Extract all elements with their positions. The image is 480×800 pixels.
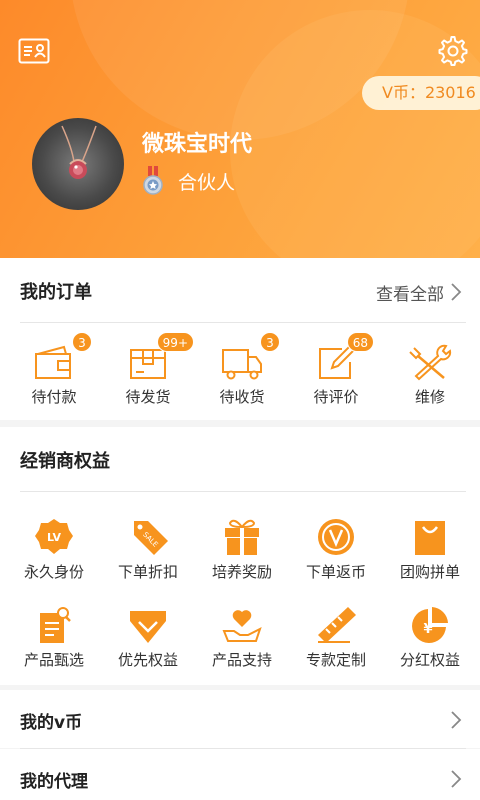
order-label: 待发货 — [125, 388, 171, 406]
chevron-right-icon — [451, 770, 462, 788]
divider — [20, 491, 466, 492]
orders-title: 我的订单 — [20, 282, 92, 303]
divider — [20, 322, 466, 323]
order-pending-shipment[interactable]: 99+ 待发货 — [100, 332, 196, 407]
order-pending-payment[interactable]: 3 待付款 — [6, 332, 102, 407]
order-label: 待付款 — [31, 388, 77, 406]
right-label: 下单折扣 — [117, 563, 178, 581]
order-badge: 99+ — [156, 332, 194, 352]
vcoin-balance-pill[interactable]: V币：23016 — [362, 76, 480, 110]
heart-hand-icon — [222, 610, 262, 642]
right-label: 下单返币 — [305, 563, 366, 581]
medal-icon — [143, 166, 163, 195]
lv-badge-icon: LV — [35, 519, 73, 554]
wallet-icon — [35, 345, 71, 379]
chevron-right-icon — [451, 711, 462, 729]
chevron-right-icon[interactable] — [450, 282, 462, 302]
right-custom-made[interactable]: 专款定制 — [288, 605, 384, 670]
order-repair[interactable]: 维修 — [382, 342, 478, 407]
sale-tag-icon: SALE — [134, 521, 168, 555]
necklace-image — [61, 125, 97, 179]
order-label: 待评价 — [313, 388, 359, 406]
right-order-discount[interactable]: SALE 下单折扣 — [100, 517, 196, 582]
right-dividend[interactable]: ¥ 分红权益 — [382, 605, 478, 670]
order-badge: 3 — [72, 332, 92, 352]
ruler-pencil-icon — [318, 607, 356, 643]
user-name: 微珠宝时代 — [142, 132, 253, 157]
pie-chart-yen-icon: ¥ — [412, 607, 448, 643]
view-all-orders-link[interactable]: 查看全部 — [376, 280, 444, 305]
order-pending-review[interactable]: 68 待评价 — [288, 332, 384, 407]
right-label: 产品甄选 — [23, 651, 84, 669]
my-agent-row[interactable]: 我的代理 — [0, 749, 480, 800]
my-vcoin-label: 我的v币 — [20, 713, 83, 733]
document-search-icon — [40, 607, 71, 643]
order-label: 维修 — [414, 388, 445, 406]
right-label: 分红权益 — [399, 651, 460, 669]
right-label: 团购拼单 — [399, 563, 460, 581]
shopping-bag-icon — [415, 521, 445, 555]
right-training-reward[interactable]: 培养奖励 — [194, 517, 290, 582]
svg-text:¥: ¥ — [423, 622, 432, 637]
right-product-support[interactable]: 产品支持 — [194, 605, 290, 670]
shield-check-icon — [130, 611, 166, 643]
v-coin-icon — [318, 519, 354, 555]
right-group-buy[interactable]: 团购拼单 — [382, 517, 478, 582]
my-vcoin-row[interactable]: 我的v币 — [0, 690, 480, 748]
order-badge: 3 — [260, 332, 280, 352]
gear-icon[interactable] — [437, 35, 469, 67]
id-card-icon[interactable] — [18, 38, 50, 64]
avatar[interactable] — [32, 118, 124, 210]
repair-tools-icon — [409, 344, 452, 381]
profile-header: V币：23016 微珠宝时代 合伙人 — [0, 0, 480, 258]
svg-text:LV: LV — [47, 531, 61, 544]
right-order-cashback[interactable]: 下单返币 — [288, 517, 384, 582]
right-label: 产品支持 — [211, 651, 272, 669]
orders-section: 我的订单 查看全部 3 待付款 99+ 待发货 3 待收货 68 待评价 维修 — [0, 258, 480, 420]
right-permanent-identity[interactable]: LV 永久身份 — [6, 517, 102, 582]
delivery-truck-icon — [222, 349, 262, 380]
right-product-selection[interactable]: 产品甄选 — [6, 605, 102, 670]
order-pending-receipt[interactable]: 3 待收货 — [194, 332, 290, 407]
role-label: 合伙人 — [178, 172, 236, 194]
my-agent-label: 我的代理 — [20, 772, 88, 792]
right-label: 优先权益 — [117, 651, 178, 669]
right-priority-benefits[interactable]: 优先权益 — [100, 605, 196, 670]
distributor-rights-section: 经销商权益 LV 永久身份 SALE 下单折扣 培养奖励 下单返币 团购拼单 产… — [0, 427, 480, 685]
right-label: 专款定制 — [305, 651, 366, 669]
gift-icon — [225, 519, 259, 555]
order-label: 待收货 — [219, 388, 265, 406]
order-badge: 68 — [346, 332, 374, 352]
rights-title: 经销商权益 — [20, 451, 110, 472]
right-label: 培养奖励 — [211, 563, 272, 581]
right-label: 永久身份 — [23, 563, 84, 581]
